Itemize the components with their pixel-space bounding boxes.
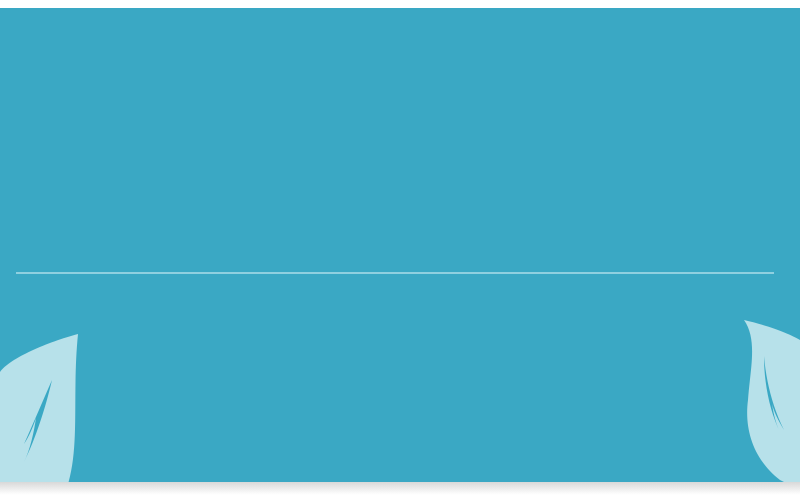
leaf-icon: [744, 320, 800, 482]
top-margin: [0, 0, 800, 8]
page-background: [0, 0, 800, 500]
bottom-shadow: [0, 482, 800, 500]
main-panel: [0, 8, 800, 482]
leaf-icon: [0, 334, 78, 482]
horizontal-divider: [16, 272, 774, 274]
